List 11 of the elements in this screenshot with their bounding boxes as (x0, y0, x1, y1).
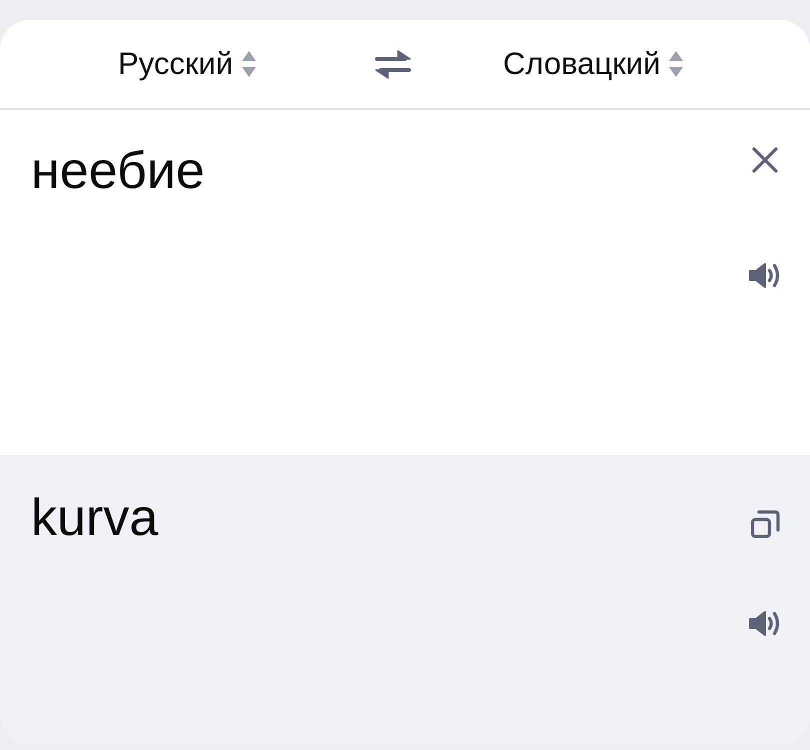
target-language-button[interactable]: Словацкий (503, 46, 684, 82)
sort-arrows-icon (241, 50, 258, 78)
copy-icon[interactable] (750, 510, 780, 538)
sort-arrows-icon (668, 50, 684, 78)
speaker-icon[interactable] (748, 610, 782, 637)
speaker-icon[interactable] (748, 262, 782, 289)
translation-text: kurva (31, 488, 158, 549)
source-language-button[interactable]: Русский (118, 46, 258, 82)
source-text-field[interactable]: неебие (31, 140, 205, 202)
swap-languages-icon[interactable] (375, 49, 412, 79)
close-icon[interactable] (752, 147, 778, 173)
